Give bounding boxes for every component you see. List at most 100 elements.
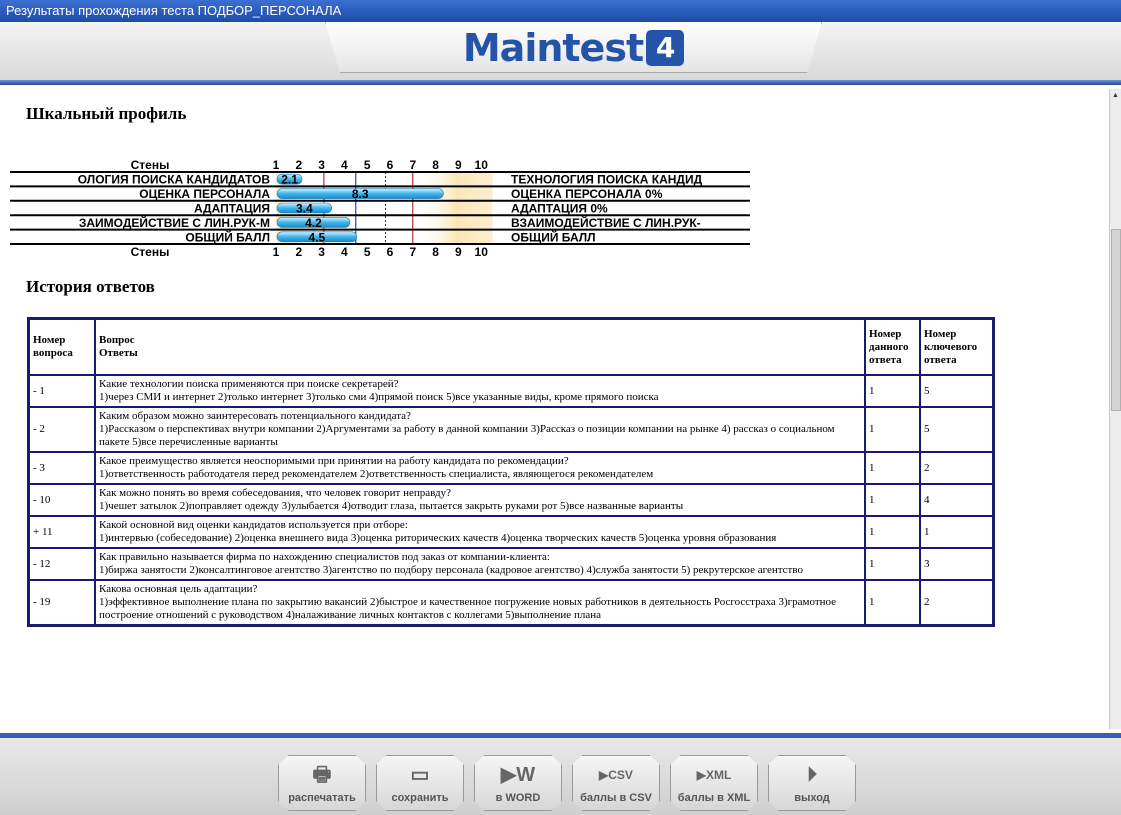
profile-tick-label: 8: [432, 245, 439, 256]
print-button[interactable]: 🖶 распечатать: [278, 755, 366, 811]
profile-scale-result: ОЦЕНКА ПЕРСОНАЛА 0%: [511, 187, 663, 201]
question-text: Как можно понять во время собеседования,…: [99, 487, 452, 499]
profile-scale-label: ОЦЕНКА ПЕРСОНАЛА: [139, 187, 270, 201]
scale-profile-heading: Шкальный профиль: [26, 104, 187, 123]
question-cell: Какое преимущество является неоспоримыми…: [95, 452, 865, 484]
profile-score-value: 4.2: [305, 216, 322, 230]
export-csv-button[interactable]: ▶CSV баллы в CSV: [572, 755, 660, 811]
exit-icon: ⏵: [807, 764, 817, 786]
profile-axis-label-bottom: Стены: [131, 245, 170, 256]
question-cell: Какие технологии поиска применяются при …: [95, 375, 865, 407]
key-answer: 4: [920, 484, 993, 516]
question-text: Какой основной вид оценки кандидатов исп…: [99, 519, 408, 531]
vertical-scrollbar[interactable]: ▲: [1109, 89, 1121, 729]
answer-options: 1)через СМИ и интернет 2)только интернет…: [99, 391, 659, 403]
col-header-question: Вопрос Ответы: [95, 319, 865, 375]
save-button[interactable]: ▭ сохранить: [376, 755, 464, 811]
given-answer: 1: [865, 452, 920, 484]
profile-tick-label: 9: [455, 158, 462, 172]
profile-scale-label: ЗАИМОДЕЙСТВИЕ С ЛИН.РУК-М: [79, 215, 270, 230]
table-row: - 3 Какое преимущество является неоспорим…: [29, 452, 993, 484]
printer-icon: 🖶: [312, 764, 332, 786]
question-number: - 3: [29, 452, 95, 484]
answer-options: 1)интервью (собеседование) 2)оценка внеш…: [99, 532, 777, 544]
given-answer: 1: [865, 375, 920, 407]
table-row: - 10 Как можно понять во время собеседова…: [29, 484, 993, 516]
col-header-given: Номер данного ответа: [865, 319, 920, 375]
col-header-key: Номер ключевого ответа: [920, 319, 993, 375]
table-row: + 11 Какой основной вид оценки кандидатов…: [29, 516, 993, 548]
answer-history-heading: История ответов: [26, 277, 155, 296]
question-cell: Какова основная цель адаптации? 1)эффекти…: [95, 580, 865, 625]
export-word-button[interactable]: ▶W в WORD: [474, 755, 562, 811]
table-row: - 19 Какова основная цель адаптации? 1)эфф…: [29, 580, 993, 625]
logo-tab: Maintest 4: [325, 22, 822, 73]
profile-tick-label: 5: [364, 158, 371, 172]
table-row: - 12 Как правильно называется фирма по на…: [29, 548, 993, 580]
profile-scale-label: ОБЩИЙ БАЛЛ: [185, 229, 270, 244]
app-header: Maintest 4: [0, 22, 1121, 82]
profile-tick-label: 7: [409, 158, 416, 172]
scroll-up-icon[interactable]: ▲: [1111, 91, 1120, 100]
answer-options: 1)ответственность работодателя перед рек…: [99, 468, 654, 480]
key-answer: 5: [920, 407, 993, 452]
table-header-row: Номер вопроса Вопрос Ответы Номер данного от…: [29, 319, 993, 375]
question-text: Какое преимущество является неоспоримыми…: [99, 455, 569, 467]
profile-tick-label: 2: [295, 158, 302, 172]
question-number: - 1: [29, 375, 95, 407]
window-title-bar: Результаты прохождения теста ПОДБОР_ПЕРС…: [0, 0, 1121, 22]
key-answer: 1: [920, 516, 993, 548]
key-answer: 5: [920, 375, 993, 407]
key-answer: 3: [920, 548, 993, 580]
profile-scale-label: ОЛОГИЯ ПОИСКА КАНДИДАТОВ: [78, 173, 271, 187]
window-title: Результаты прохождения теста ПОДБОР_ПЕРС…: [6, 3, 342, 18]
report-content[interactable]: Шкальный профиль Стены 1 2 3 4 5 6 7 8 9 10 Стены 1…: [10, 89, 1110, 729]
exit-button[interactable]: ⏵ выход: [768, 755, 856, 811]
question-text: Каким образом можно заинтересовать потен…: [99, 410, 411, 422]
scroll-thumb[interactable]: [1111, 229, 1121, 411]
question-number: - 2: [29, 407, 95, 452]
question-cell: Как правильно называется фирма по нахожд…: [95, 548, 865, 580]
profile-tick-label: 4: [341, 245, 348, 256]
app-logo: Maintest 4: [326, 26, 821, 70]
logo-text: Maintest: [462, 26, 644, 70]
csv-export-icon: ▶CSV: [599, 768, 633, 782]
profile-axis-label-top: Стены: [131, 158, 170, 172]
header-divider: [0, 80, 1121, 85]
profile-score-value: 3.4: [296, 202, 313, 216]
profile-scale-label: АДАПТАЦИЯ: [194, 202, 270, 216]
profile-tick-label: 5: [364, 245, 371, 256]
question-cell: Каким образом можно заинтересовать потен…: [95, 407, 865, 452]
given-answer: 1: [865, 580, 920, 625]
profile-tick-label: 7: [409, 245, 416, 256]
table-row: - 1 Какие технологии поиска применяются п…: [29, 375, 993, 407]
given-answer: 1: [865, 407, 920, 452]
profile-tick-label: 3: [318, 158, 325, 172]
question-text: Какова основная цель адаптации?: [99, 583, 258, 595]
answer-options: 1)биржа занятости 2)консалтинговое агент…: [99, 564, 803, 576]
bottom-toolbar: 🖶 распечатать ▭ сохранить ▶W в WORD ▶CSV…: [0, 733, 1121, 815]
logo-badge: 4: [646, 30, 685, 66]
word-export-icon: ▶W: [500, 764, 536, 786]
profile-tick-label: 1: [273, 158, 280, 172]
given-answer: 1: [865, 516, 920, 548]
answer-options: 1)Рассказом о перспективах внутри компан…: [99, 423, 835, 448]
answer-history-table: Номер вопроса Вопрос Ответы Номер данного от…: [27, 317, 995, 627]
question-number: - 12: [29, 548, 95, 580]
col-header-number: Номер вопроса: [29, 319, 95, 375]
profile-tick-label: 10: [475, 158, 489, 172]
profile-tick-label: 3: [318, 245, 325, 256]
profile-tick-label: 10: [475, 245, 489, 256]
given-answer: 1: [865, 548, 920, 580]
profile-tick-label: 8: [432, 158, 439, 172]
profile-scale-result: ОБЩИЙ БАЛЛ: [511, 229, 596, 244]
question-number: - 10: [29, 484, 95, 516]
scale-profile-chart: Стены 1 2 3 4 5 6 7 8 9 10 Стены 1 2 3 4 5 6 7 8 9 10 ОЛОГИЯ…: [10, 158, 750, 256]
profile-score-value: 8.3: [352, 187, 369, 201]
profile-scale-result: ВЗАИМОДЕЙСТВИЕ С ЛИН.РУК-: [511, 215, 701, 230]
profile-tick-label: 6: [387, 158, 394, 172]
answer-options: 1)эффективное выполнение плана по закрыт…: [99, 596, 837, 621]
profile-scale-result: АДАПТАЦИЯ 0%: [511, 202, 608, 216]
export-xml-button[interactable]: ▶XML баллы в XML: [670, 755, 758, 811]
profile-scale-result: ТЕХНОЛОГИЯ ПОИСКА КАНДИД: [511, 173, 703, 187]
